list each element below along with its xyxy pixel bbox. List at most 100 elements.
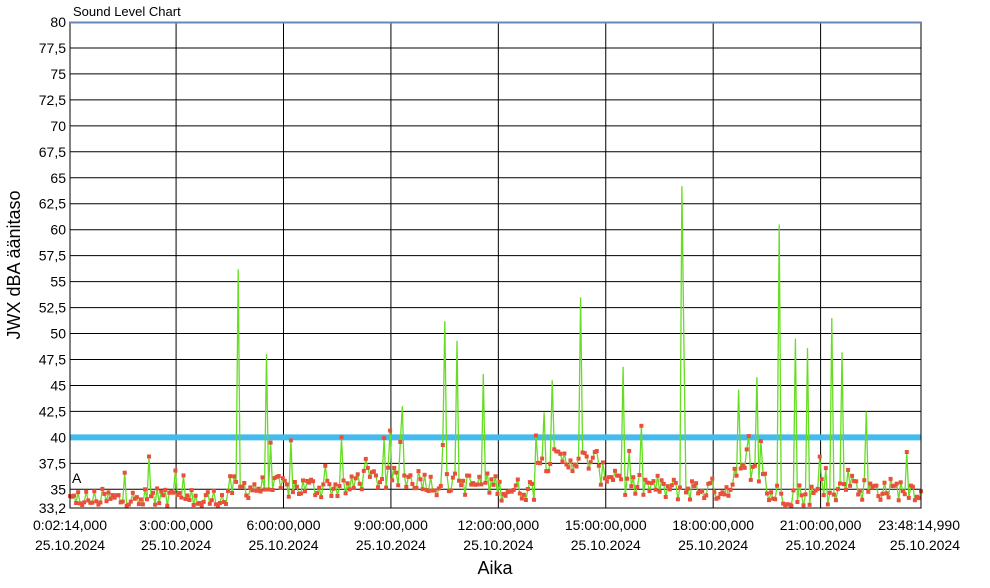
- data-point: [157, 501, 162, 506]
- x-tick-date: 25.10.2024: [890, 537, 960, 553]
- data-point: [177, 491, 182, 495]
- data-point: [205, 490, 210, 495]
- data-point: [732, 466, 737, 471]
- data-point: [677, 485, 682, 490]
- data-point: [122, 470, 127, 475]
- data-point: [294, 484, 299, 489]
- data-point: [588, 460, 593, 465]
- data-point: [694, 481, 699, 486]
- data-point: [201, 499, 206, 504]
- data-point: [147, 454, 151, 459]
- data-point: [349, 474, 354, 479]
- data-point: [92, 489, 97, 494]
- data-point: [748, 477, 753, 482]
- y-tick-label: 45: [50, 377, 66, 393]
- data-point: [765, 491, 769, 496]
- data-point: [327, 482, 332, 487]
- data-point: [742, 465, 747, 470]
- data-point: [710, 476, 715, 481]
- data-point: [779, 491, 784, 496]
- data-point: [143, 487, 147, 492]
- y-tick-label: 33,2: [39, 500, 66, 516]
- data-point: [315, 491, 320, 496]
- data-point: [120, 499, 125, 504]
- data-point: [878, 497, 883, 502]
- data-point: [193, 493, 198, 498]
- data-point: [402, 473, 407, 478]
- data-point: [191, 503, 196, 507]
- data-point: [211, 488, 216, 493]
- data-point: [323, 463, 328, 468]
- x-tick-date: 25.10.2024: [35, 537, 105, 553]
- data-point: [497, 479, 502, 484]
- x-tick-date: 25.10.2024: [141, 537, 211, 553]
- data-point: [896, 498, 901, 503]
- data-point: [134, 495, 139, 500]
- data-point: [842, 482, 846, 487]
- data-point: [623, 492, 628, 497]
- data-point: [894, 481, 899, 486]
- data-point: [574, 464, 579, 469]
- data-point: [74, 501, 79, 505]
- data-point: [145, 497, 149, 502]
- x-axis-ticks: 0:02:14,000 25.10.2024 3:00:00,000 25.10.20…: [33, 517, 960, 553]
- data-point: [365, 465, 370, 470]
- data-point: [250, 488, 255, 493]
- data-point: [339, 435, 344, 440]
- data-point: [489, 477, 494, 482]
- data-point: [586, 466, 591, 471]
- data-point: [661, 481, 666, 486]
- x-tick-date: 25.10.2024: [248, 537, 318, 553]
- y-tick-label: 80: [50, 14, 66, 30]
- data-point: [902, 492, 907, 497]
- data-point: [519, 496, 524, 501]
- data-point: [359, 487, 364, 492]
- data-point: [653, 487, 658, 492]
- data-point: [367, 474, 372, 479]
- data-point: [163, 487, 168, 492]
- data-point: [833, 498, 838, 503]
- data-point: [140, 502, 145, 507]
- data-point: [744, 447, 749, 452]
- data-point: [617, 473, 622, 478]
- data-point: [797, 483, 802, 488]
- data-point: [917, 496, 921, 501]
- data-point: [856, 492, 861, 497]
- data-point: [351, 485, 356, 490]
- data-point: [686, 486, 690, 491]
- data-point: [600, 460, 605, 465]
- x-tick-date: 25.10.2024: [678, 537, 748, 553]
- data-point: [746, 434, 751, 439]
- data-point: [817, 454, 822, 459]
- data-point: [260, 475, 265, 480]
- data-point: [730, 482, 735, 487]
- data-point: [428, 474, 433, 479]
- data-point: [106, 490, 111, 495]
- data-point: [477, 474, 482, 479]
- data-point: [444, 472, 449, 477]
- data-point: [234, 479, 239, 484]
- data-point: [284, 482, 289, 487]
- y-tick-label: 52,5: [39, 300, 66, 316]
- data-point: [487, 490, 492, 495]
- data-point: [769, 490, 774, 495]
- data-point: [912, 498, 917, 503]
- data-point: [171, 490, 176, 495]
- data-point: [363, 456, 368, 461]
- data-point: [149, 494, 153, 499]
- data-point: [376, 485, 380, 490]
- data-point: [299, 491, 303, 496]
- data-point: [791, 488, 796, 493]
- data-point: [515, 477, 520, 482]
- data-point: [491, 482, 496, 487]
- data-point: [637, 473, 642, 477]
- data-point: [835, 487, 840, 492]
- data-point: [738, 466, 743, 471]
- x-tick-time: 3:00:00,000: [139, 517, 213, 533]
- data-point: [240, 484, 245, 489]
- data-point: [880, 491, 885, 496]
- y-tick-label: 35: [50, 481, 66, 497]
- data-point: [347, 487, 352, 492]
- y-axis-ticks: 33,2 35 37,5 40 42,5 45 47,5 50 52,5 55 57,5 60 62,5…: [39, 14, 66, 516]
- x-tick-time: 9:00:00,000: [354, 517, 428, 533]
